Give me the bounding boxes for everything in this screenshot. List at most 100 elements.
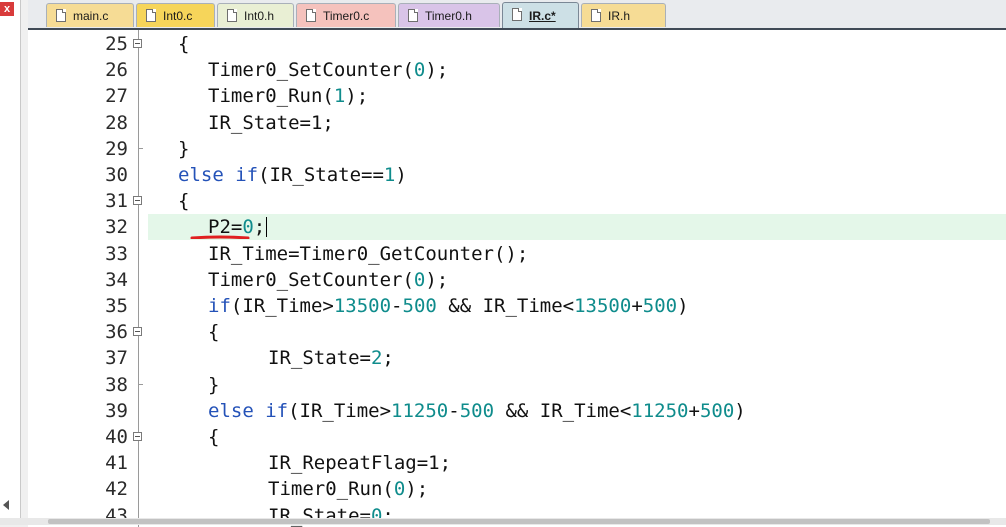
code-line[interactable]: 32 P2=0; [28, 214, 1006, 241]
code-token: Timer0_SetCounter( [208, 59, 414, 82]
code-token: + [631, 295, 643, 317]
tab-ir-c[interactable]: IR.c* [502, 2, 579, 28]
number-token: 13500 [574, 295, 632, 317]
code-token: (IR_Time> [288, 399, 392, 422]
tab-timer0-h[interactable]: Timer0.h [398, 3, 500, 27]
code-text: { [208, 424, 219, 450]
code-text: else if(IR_State==1) [178, 162, 407, 188]
code-line[interactable]: 26 Timer0_SetCounter(0); [28, 57, 1006, 83]
tab-label: Timer0.c [323, 9, 370, 23]
code-line[interactable]: 33 IR_Time=Timer0_GetCounter(); [28, 241, 1006, 267]
number-token: 0 [393, 478, 406, 501]
current-line-highlight [148, 214, 1006, 241]
keyword-token: else if [178, 164, 259, 186]
code-text: IR_State=1; [208, 110, 334, 136]
code-line[interactable]: 27 Timer0_Run(1); [28, 83, 1006, 109]
number-token: 2 [370, 347, 383, 370]
code-token: } [208, 373, 220, 396]
fold-collapse-icon[interactable] [133, 39, 142, 48]
file-icon [591, 9, 601, 22]
line-number: 38 [105, 373, 128, 396]
code-token: Timer0_Run( [268, 478, 394, 501]
tab-main-c[interactable]: main.c [46, 3, 134, 27]
code-token: { [208, 426, 220, 448]
number-token: 0 [413, 268, 426, 291]
file-icon [408, 9, 418, 22]
line-number: 39 [105, 399, 128, 422]
code-token: && IR_Time< [436, 295, 575, 317]
code-token: ); [345, 85, 369, 108]
code-line[interactable]: 37 IR_State=2; [28, 345, 1006, 371]
code-line[interactable]: 39 else if(IR_Time>11250-500 && IR_Time<1… [28, 398, 1006, 424]
number-token: 1 [333, 85, 346, 108]
code-text: Timer0_SetCounter(0); [208, 267, 448, 293]
code-line[interactable]: 34 Timer0_SetCounter(0); [28, 267, 1006, 293]
tab-label: IR.h [608, 9, 631, 23]
scroll-left-arrow-icon[interactable] [3, 500, 9, 510]
scrollbar-thumb[interactable] [48, 519, 990, 524]
code-line[interactable]: 29} [28, 136, 1006, 162]
code-line[interactable]: 25 { [28, 31, 1006, 57]
number-token: 500 [699, 399, 735, 422]
file-tab-bar: main.c Int0.c Int0.h Timer0.c Timer0.h IR.c* I… [28, 0, 1006, 28]
tab-label: main.c [73, 9, 109, 23]
number-token: 13500 [333, 295, 392, 317]
line-number: 41 [105, 452, 128, 475]
code-token: ) [734, 399, 746, 422]
line-number: 27 [105, 85, 128, 108]
number-token: 500 [402, 295, 437, 317]
line-number: 32 [105, 216, 128, 239]
code-text: { [178, 188, 189, 214]
tab-timer0-c[interactable]: Timer0.c [296, 3, 396, 27]
code-token: - [391, 295, 403, 317]
file-icon [306, 9, 316, 22]
fold-collapse-icon[interactable] [133, 196, 142, 206]
code-text: else if(IR_Time>11250-500 && IR_Time<112… [208, 398, 746, 424]
code-token: } [178, 137, 190, 160]
code-token: ); [425, 268, 449, 291]
line-number: 26 [105, 59, 128, 82]
code-line[interactable]: 35 if(IR_Time>13500-500 && IR_Time<13500+… [28, 293, 1006, 319]
tab-int0-c[interactable]: Int0.c [136, 3, 215, 27]
file-icon [56, 9, 66, 22]
code-line[interactable]: 40 { [28, 424, 1006, 450]
tab-label: Int0.c [163, 9, 193, 23]
code-line[interactable]: 38} [28, 372, 1006, 398]
fold-end-marker [138, 147, 143, 149]
code-token: Timer0_Run( [208, 85, 334, 108]
keyword-token: if [208, 295, 231, 317]
code-editor[interactable]: 25{26 Timer0_SetCounter(0); 27 Timer0_Run(1… [28, 28, 1006, 527]
close-icon[interactable]: x [0, 2, 14, 16]
code-line[interactable]: 41 IR_RepeatFlag=1; [28, 450, 1006, 476]
code-line[interactable]: 31 { [28, 188, 1006, 214]
code-token: (IR_Time> [230, 295, 334, 317]
code-text: IR_Time=Timer0_GetCounter(); [208, 241, 528, 267]
fold-collapse-icon[interactable] [133, 327, 142, 337]
line-number: 25 [105, 33, 128, 55]
code-line[interactable]: 30 else if(IR_State==1) [28, 162, 1006, 188]
number-token: 500 [459, 399, 495, 422]
fold-collapse-icon[interactable] [133, 432, 142, 441]
tab-ir-h[interactable]: IR.h [581, 3, 666, 27]
code-text: Timer0_Run(1); [208, 83, 368, 109]
code-line[interactable]: 36 { [28, 319, 1006, 345]
tab-label: Int0.h [244, 9, 275, 23]
file-icon [146, 9, 156, 22]
number-token: 11250 [631, 399, 689, 422]
line-number: 34 [105, 268, 128, 291]
text-caret [266, 217, 268, 238]
code-text: IR_RepeatFlag=1; [268, 450, 451, 476]
horizontal-scrollbar[interactable] [0, 518, 1006, 525]
code-token: (IR_State== [258, 164, 384, 186]
code-text: { [208, 319, 219, 345]
line-number: 31 [105, 190, 128, 213]
left-panel-strip: x [0, 0, 21, 525]
tab-int0-h[interactable]: Int0.h [217, 3, 294, 27]
code-line[interactable]: 28 IR_State=1; [28, 110, 1006, 136]
line-number: 30 [105, 164, 128, 186]
code-line[interactable]: 42 Timer0_Run(0); [28, 476, 1006, 502]
code-text: } [178, 136, 189, 162]
line-number: 35 [105, 295, 128, 317]
line-number: 37 [105, 347, 128, 370]
code-token: ); [405, 478, 429, 501]
